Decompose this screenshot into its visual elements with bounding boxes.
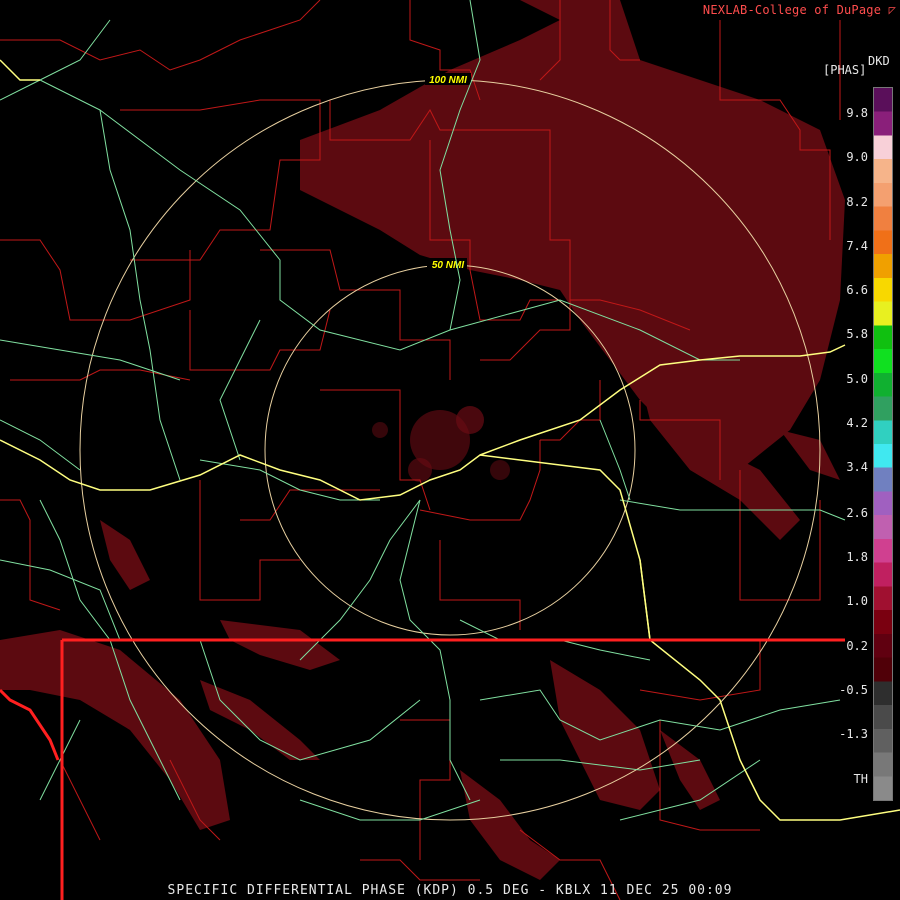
scale-label: 1.0: [846, 594, 868, 608]
ground-clutter: [372, 406, 510, 482]
scale-label: 4.2: [846, 416, 868, 430]
scale-label: 0.2: [846, 639, 868, 653]
scale-label: 9.8: [846, 106, 868, 120]
scale-label: 8.2: [846, 195, 868, 209]
scale-label: -1.3: [839, 727, 868, 741]
scale-label: TH: [853, 772, 868, 786]
scale-label: 1.8: [846, 550, 868, 564]
scale-labels: 9.8 9.0 8.2 7.4 6.6 5.8 5.0 4.2 3.4 2.6 …: [830, 0, 870, 900]
scale-label: 9.0: [846, 150, 868, 164]
scale-label: 7.4: [846, 239, 868, 253]
ring-label-50: 50 NMI: [432, 260, 464, 271]
radar-map[interactable]: 100 NMI 50 NMI: [0, 0, 900, 900]
credit-mark-icon: ◸: [888, 3, 896, 17]
color-scale-bar: [873, 87, 893, 801]
scale-label: 6.6: [846, 283, 868, 297]
scale-label: 5.8: [846, 327, 868, 341]
product-code: DKD: [868, 54, 890, 68]
scale-label: 2.6: [846, 506, 868, 520]
ring-label-100: 100 NMI: [429, 75, 467, 86]
scale-label: 5.0: [846, 372, 868, 386]
scale-label: 3.4: [846, 460, 868, 474]
product-footer: SPECIFIC DIFFERENTIAL PHASE (KDP) 0.5 DE…: [167, 883, 733, 898]
scale-label: -0.5: [839, 683, 868, 697]
